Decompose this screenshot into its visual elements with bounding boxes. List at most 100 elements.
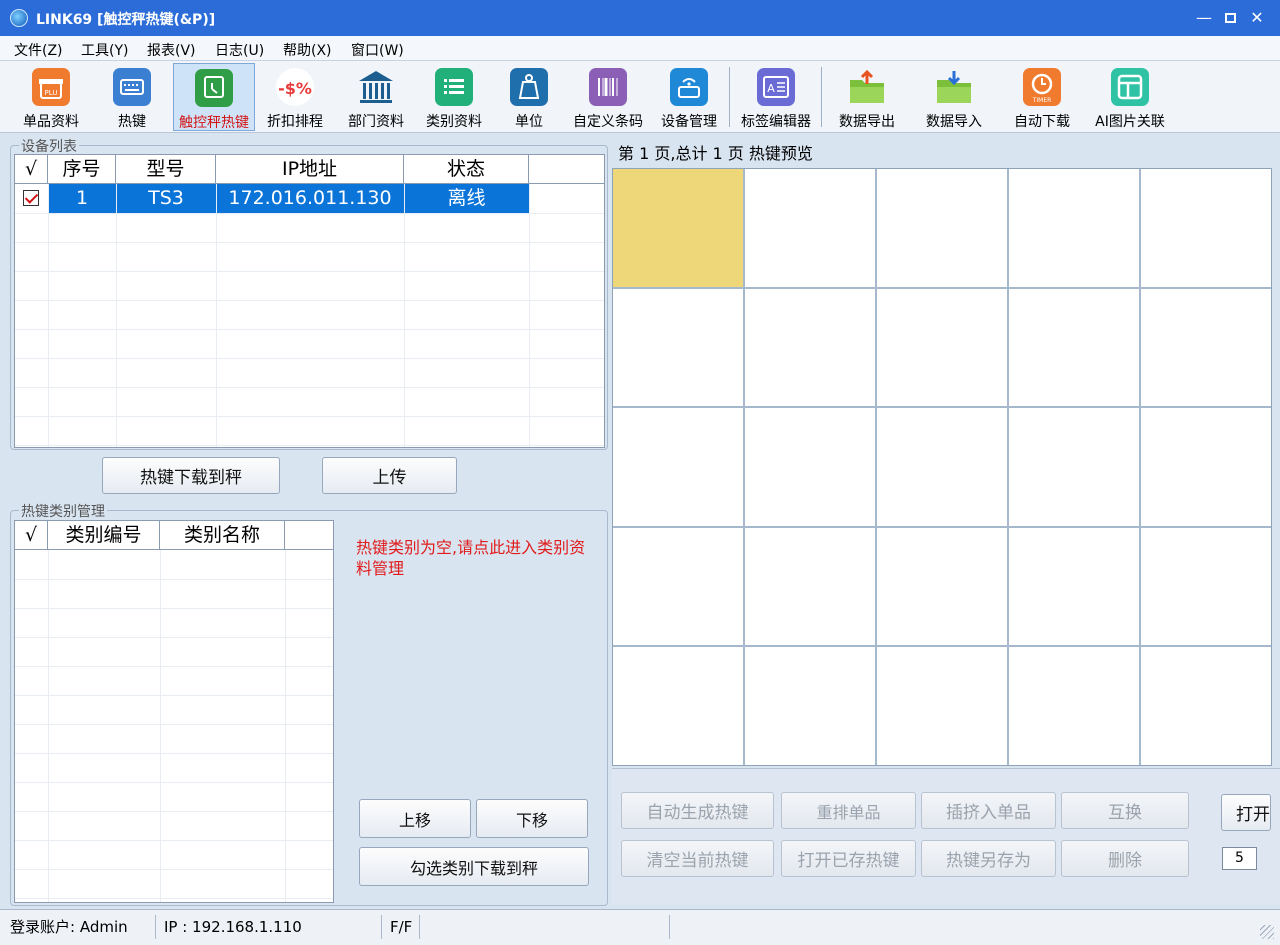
tool-auto-download[interactable]: TIMER 自动下载 (1005, 63, 1079, 131)
download-checked-categories-button[interactable]: 勾选类别下载到秤 (359, 847, 589, 886)
hotkey-cell[interactable] (745, 647, 875, 765)
hotkey-cell[interactable] (877, 408, 1007, 526)
resize-grip-icon[interactable] (1260, 925, 1274, 939)
col-check[interactable]: √ (15, 521, 48, 550)
grid-hline (15, 898, 333, 899)
row-checkbox[interactable] (23, 190, 39, 206)
tool-unit[interactable]: 单位 (497, 63, 561, 131)
grid-vline (116, 184, 117, 447)
hotkey-cell[interactable] (1141, 408, 1271, 526)
download-hotkeys-button[interactable]: 热键下载到秤 (102, 457, 280, 494)
hotkey-cell[interactable] (613, 527, 743, 646)
category-table: √ 类别编号 类别名称 (14, 520, 334, 903)
barcode-icon (589, 68, 627, 106)
discount-glyph: -$% (278, 79, 312, 98)
hotkey-cell[interactable] (613, 408, 743, 526)
grid-vline (404, 184, 405, 447)
grid-hline (15, 869, 333, 870)
delete-button[interactable]: 删除 (1061, 840, 1189, 877)
menu-file[interactable]: 文件(Z) (14, 40, 63, 60)
reorder-items-button[interactable]: 重排单品 (781, 792, 916, 829)
hotkey-cell[interactable] (745, 169, 875, 287)
tool-department[interactable]: 部门资料 (338, 63, 414, 131)
hotkey-cell[interactable] (1009, 647, 1139, 765)
hotkey-cell[interactable] (1009, 288, 1139, 407)
device-icon (670, 68, 708, 106)
tool-device-management[interactable]: 设备管理 (653, 63, 725, 131)
col-check[interactable]: √ (15, 155, 48, 184)
building-icon (357, 68, 395, 106)
hotkey-cell[interactable] (877, 647, 1007, 765)
hotkey-cell[interactable] (1009, 408, 1139, 526)
hotkey-cell[interactable] (1009, 527, 1139, 646)
category-empty-hint-link[interactable]: 热键类别为空,请点此进入类别资料管理 (356, 537, 586, 579)
hotkey-cell[interactable] (1009, 169, 1139, 287)
cell-status: 离线 (404, 184, 529, 213)
tool-category[interactable]: 类别资料 (416, 63, 492, 131)
move-down-button[interactable]: 下移 (476, 799, 588, 838)
page-size-input[interactable]: 5 (1222, 847, 1257, 870)
col-model[interactable]: 型号 (116, 155, 216, 184)
clear-current-hotkeys-button[interactable]: 清空当前热键 (621, 840, 774, 877)
menu-window[interactable]: 窗口(W) (351, 40, 404, 60)
maximize-button[interactable] (1218, 6, 1242, 30)
open-button[interactable]: 打开 (1221, 794, 1271, 831)
tool-data-export[interactable]: 数据导出 (828, 63, 906, 131)
hotkey-cell[interactable] (1141, 288, 1271, 407)
hotkey-cell[interactable] (1141, 527, 1271, 646)
tool-ai-image-link[interactable]: AI图片关联 (1089, 63, 1171, 131)
hotkey-cell[interactable] (877, 288, 1007, 407)
hotkey-cell[interactable] (1141, 169, 1271, 287)
gift-plu-icon: PLU (32, 68, 70, 106)
col-category-name[interactable]: 类别名称 (160, 521, 285, 550)
insert-item-button[interactable]: 插挤入单品 (921, 792, 1056, 829)
grid-vline (529, 184, 530, 447)
hotkey-cell[interactable] (877, 169, 1007, 287)
hotkey-cell[interactable] (745, 527, 875, 646)
grid-hline (15, 579, 333, 580)
move-up-button[interactable]: 上移 (359, 799, 471, 838)
menu-reports[interactable]: 报表(V) (147, 40, 196, 60)
hotkey-cell[interactable] (613, 288, 743, 407)
hotkey-cell[interactable] (745, 408, 875, 526)
tool-discount-schedule[interactable]: -$% 折扣排程 (260, 63, 330, 131)
tool-custom-barcode[interactable]: 自定义条码 (566, 63, 650, 131)
close-button[interactable]: ✕ (1245, 6, 1269, 30)
grid-hline (15, 271, 604, 272)
hotkey-cell[interactable] (613, 169, 743, 287)
col-ip[interactable]: IP地址 (216, 155, 404, 184)
col-category-code[interactable]: 类别编号 (48, 521, 160, 550)
toolbar: PLU 单品资料 热键 触控秤热键 -$% 折扣排程 部门资料 类别资料 单位 … (0, 61, 1280, 133)
tool-plu-data[interactable]: PLU 单品资料 (12, 63, 90, 131)
table-row[interactable]: 1 TS3 172.016.011.130 离线 (15, 184, 604, 213)
hotkey-cell[interactable] (613, 647, 743, 765)
grid-hline (15, 445, 604, 446)
col-status[interactable]: 状态 (404, 155, 529, 184)
swap-button[interactable]: 互换 (1061, 792, 1189, 829)
grid-hline (15, 840, 333, 841)
upload-button[interactable]: 上传 (322, 457, 457, 494)
grid-hline (15, 416, 604, 417)
menu-log[interactable]: 日志(U) (215, 40, 264, 60)
tool-label: 单位 (515, 114, 543, 130)
tool-hotkey[interactable]: 热键 (94, 63, 170, 131)
auto-generate-hotkeys-button[interactable]: 自动生成热键 (621, 792, 774, 829)
title-bar: LINK69 [触控秤热键(&P)] — ✕ (0, 0, 1280, 36)
minimize-button[interactable]: — (1192, 6, 1216, 30)
save-hotkeys-as-button[interactable]: 热键另存为 (921, 840, 1056, 877)
row-checkbox-cell[interactable] (15, 184, 48, 213)
hotkey-cell[interactable] (745, 288, 875, 407)
tool-touch-scale-hotkey[interactable]: 触控秤热键 (173, 63, 255, 131)
open-saved-hotkeys-button[interactable]: 打开已存热键 (781, 840, 916, 877)
maximize-icon (1224, 13, 1236, 23)
tool-label: 触控秤热键 (179, 115, 249, 131)
tool-data-import[interactable]: 数据导入 (915, 63, 993, 131)
tool-label-editor[interactable]: A 标签编辑器 (734, 63, 818, 131)
menu-help[interactable]: 帮助(X) (283, 40, 332, 60)
hotkey-cell[interactable] (877, 527, 1007, 646)
menu-tools[interactable]: 工具(Y) (81, 40, 128, 60)
timer-caption: TIMER (1032, 97, 1052, 104)
col-index[interactable]: 序号 (48, 155, 116, 184)
tool-label: 设备管理 (661, 114, 717, 130)
hotkey-cell[interactable] (1141, 647, 1271, 765)
